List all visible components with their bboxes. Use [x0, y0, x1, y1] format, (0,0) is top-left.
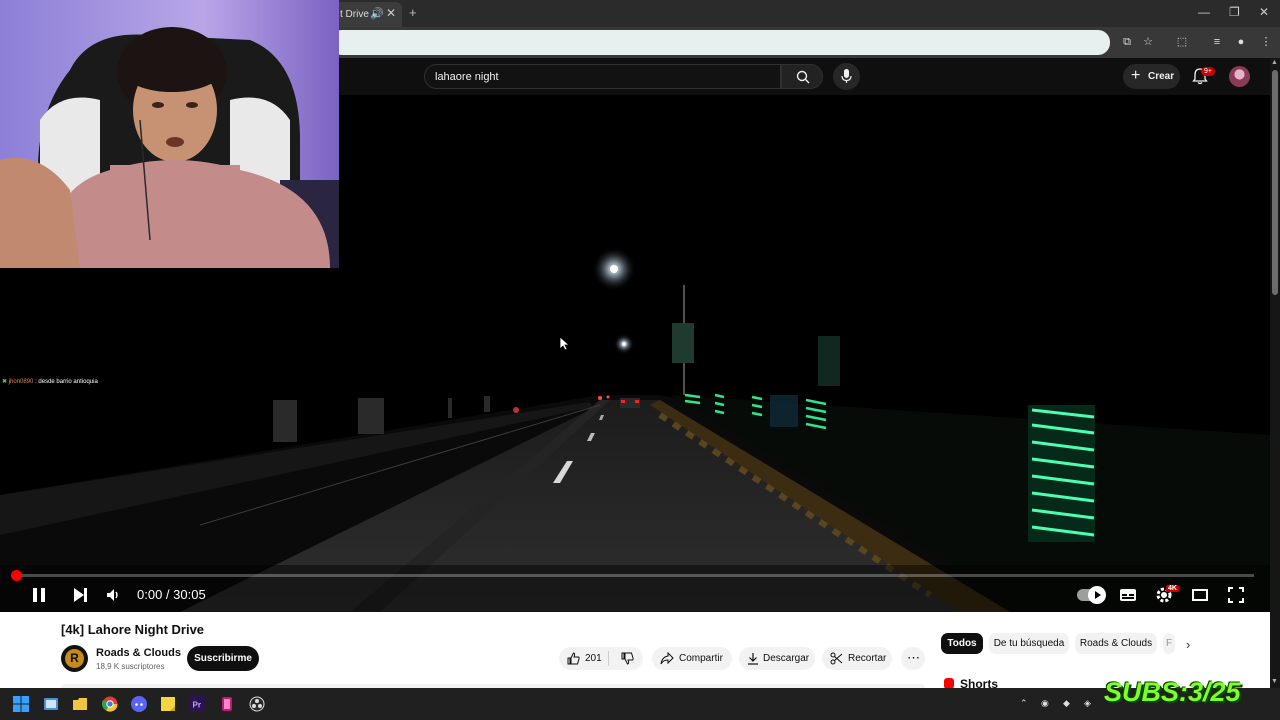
bookmark-star-icon[interactable]: ☆ — [1141, 35, 1155, 49]
tab-title: t Drive — [340, 9, 369, 20]
more-actions-button[interactable]: ⋯ — [901, 647, 925, 670]
chat-check-icon: ✖ — [2, 379, 8, 385]
search-button[interactable] — [781, 64, 823, 89]
next-video-icon[interactable] — [72, 587, 88, 603]
create-label: Crear — [1148, 71, 1175, 82]
clip-label: Recortar — [848, 653, 887, 664]
premiere-pro-icon[interactable]: Pr — [190, 696, 206, 712]
search-icon — [796, 70, 810, 84]
tray-app-icon[interactable]: ◆ — [1063, 698, 1070, 709]
menu-icon[interactable]: ⋮ — [1259, 35, 1273, 49]
pause-icon[interactable] — [31, 587, 47, 603]
page-scrollbar[interactable]: ▲ ▼ — [1270, 58, 1280, 688]
share-icon — [660, 652, 674, 665]
chrome-icon[interactable] — [102, 696, 118, 712]
time-display: 0:00 / 30:05 — [137, 587, 206, 602]
search-query: lahaore night — [435, 71, 499, 83]
theater-mode-icon[interactable] — [1192, 589, 1208, 601]
subs-counter-overlay: SUBS:3/25 — [1104, 677, 1241, 707]
voice-search-button[interactable] — [833, 63, 860, 90]
chip-channel[interactable]: Roads & Clouds — [1075, 633, 1157, 654]
scissors-icon — [830, 652, 843, 665]
sticky-notes-icon[interactable] — [160, 696, 176, 712]
subscribe-button[interactable]: Suscribirme — [187, 646, 259, 671]
scrubber-handle[interactable] — [11, 570, 22, 581]
plus-icon: + — [1131, 67, 1141, 84]
chat-username: jhon0890 — [8, 379, 34, 385]
chevron-right-icon[interactable]: › — [1186, 637, 1190, 652]
account-avatar[interactable] — [1229, 66, 1250, 87]
svg-text:Pr: Pr — [193, 701, 201, 710]
autoplay-play-icon — [1088, 586, 1106, 604]
share-label: Compartir — [679, 653, 723, 664]
channel-initial: R — [65, 649, 84, 668]
more-icon: ⋯ — [907, 650, 920, 665]
subtitles-icon[interactable] — [1119, 587, 1137, 603]
progress-bar[interactable] — [16, 574, 1254, 577]
channel-name[interactable]: Roads & Clouds — [96, 647, 181, 659]
extensions-icon[interactable]: ⬚ — [1175, 35, 1189, 49]
tray-security-icon[interactable]: ◈ — [1084, 698, 1091, 709]
screen: t Drive 🔊 ✕ + — ❐ ✕ ⧉ ☆ ⬚ ≡ ● ⋮ lahaore … — [0, 0, 1280, 720]
window-close-icon[interactable]: ✕ — [1259, 5, 1269, 19]
channel-avatar[interactable]: R — [61, 645, 88, 672]
chip-from-search[interactable]: De tu búsqueda — [989, 633, 1069, 654]
obs-icon[interactable] — [249, 696, 265, 712]
video-title: [4k] Lahore Night Drive — [61, 622, 205, 637]
profile-icon[interactable]: ● — [1234, 35, 1248, 49]
streamer-camera-image — [0, 0, 339, 268]
watch-page-content: [4k] Lahore Night Drive R Roads & Clouds… — [0, 612, 1270, 691]
scrollbar-thumb[interactable] — [1272, 70, 1278, 295]
chip-todos[interactable]: Todos — [941, 633, 983, 654]
microphone-icon — [841, 69, 852, 83]
chip-truncated[interactable]: F — [1163, 633, 1175, 654]
quality-badge: 4K — [1166, 585, 1179, 592]
notification-badge: 9+ — [1201, 67, 1215, 76]
windows-taskbar: Pr ⌃ ◉ ◆ ◈ — [0, 688, 1280, 720]
like-dislike-group: 201 — [559, 647, 643, 670]
restore-icon[interactable]: ❐ — [1229, 5, 1240, 19]
volume-icon[interactable] — [106, 588, 121, 602]
browser-tab[interactable]: t Drive 🔊 ✕ — [330, 2, 402, 27]
app-icon[interactable] — [219, 696, 235, 712]
close-icon[interactable]: ✕ — [386, 6, 396, 20]
clip-button[interactable]: Recortar — [822, 647, 892, 670]
share-button[interactable]: Compartir — [652, 647, 732, 670]
like-icon[interactable] — [567, 652, 580, 665]
create-button[interactable]: + Crear — [1123, 64, 1180, 89]
like-divider — [608, 651, 609, 666]
tray-chevron-icon[interactable]: ⌃ — [1020, 698, 1028, 709]
minimize-icon[interactable]: — — [1198, 5, 1210, 19]
mouse-cursor-icon — [560, 337, 569, 351]
file-explorer-icon[interactable] — [72, 696, 88, 712]
webcam-overlay — [0, 0, 339, 268]
download-icon — [748, 653, 758, 665]
tray-discord-icon[interactable]: ◉ — [1041, 698, 1049, 709]
download-button[interactable]: Descargar — [739, 647, 815, 670]
discord-icon[interactable] — [131, 696, 147, 712]
search-input[interactable]: lahaore night — [424, 64, 781, 89]
scroll-up-icon[interactable]: ▲ — [1271, 59, 1278, 66]
omnibox[interactable] — [330, 30, 1110, 55]
download-label: Descargar — [763, 653, 810, 664]
fullscreen-icon[interactable] — [1228, 587, 1244, 603]
speaker-icon[interactable]: 🔊 — [370, 7, 384, 20]
subscriber-count: 18,9 K suscriptores — [96, 662, 165, 671]
scroll-down-icon[interactable]: ▼ — [1271, 678, 1278, 685]
chat-text: : desde barrio antioquia — [35, 379, 98, 385]
new-tab-button[interactable]: + — [409, 5, 417, 20]
install-icon[interactable]: ⧉ — [1120, 35, 1134, 49]
media-controls-icon[interactable]: ≡ — [1210, 35, 1224, 49]
dislike-icon[interactable] — [621, 652, 634, 665]
chat-message: ✖ jhon0890 : desde barrio antioquia — [2, 378, 98, 385]
windows-start-icon[interactable] — [13, 696, 29, 712]
like-count: 201 — [585, 653, 602, 664]
task-view-icon[interactable] — [43, 696, 59, 712]
